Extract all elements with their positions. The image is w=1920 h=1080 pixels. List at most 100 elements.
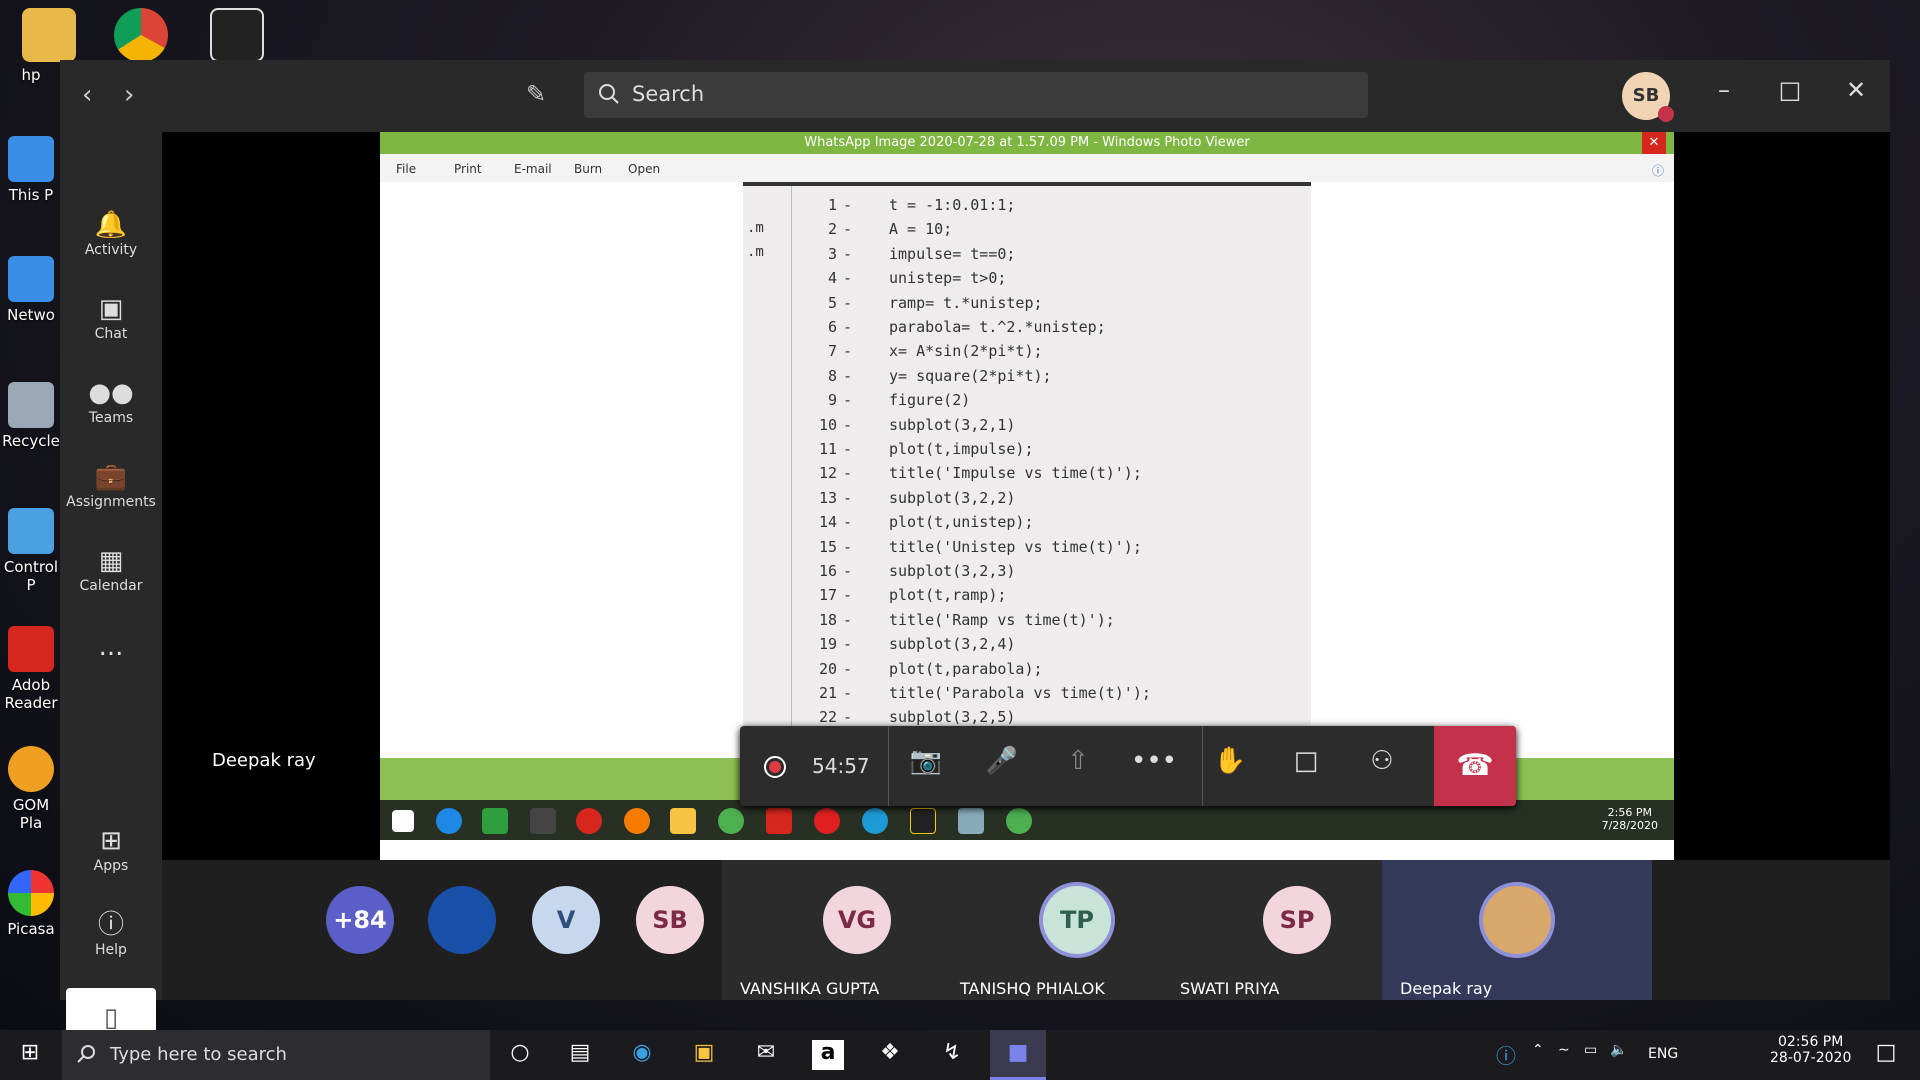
- share-screen-button[interactable]: ⇧: [1054, 746, 1102, 786]
- cortana-icon[interactable]: ○: [504, 1040, 536, 1070]
- line-marker: -: [843, 244, 853, 263]
- participant-name: TANISHQ PHIALOK: [960, 979, 1105, 998]
- edge-icon[interactable]: ◉: [626, 1040, 658, 1070]
- desktop-icon-this-pc[interactable]: This P: [0, 136, 62, 204]
- participant-avatar: VG: [823, 886, 891, 954]
- status-dot: [1658, 106, 1674, 122]
- call-timer: 54:57: [812, 754, 870, 778]
- hp-folder-icon[interactable]: [22, 8, 76, 62]
- teams-titlebar: ‹ › ✎ Search SB – □ ✕: [60, 60, 1890, 132]
- rail-activity[interactable]: 🔔 Activity: [60, 208, 162, 258]
- language-indicator[interactable]: ENG: [1648, 1046, 1678, 1062]
- file-explorer-icon[interactable]: ▣: [688, 1040, 720, 1070]
- forward-icon[interactable]: ›: [124, 80, 134, 110]
- line-number: 12: [818, 464, 837, 483]
- search-box[interactable]: Search: [584, 72, 1368, 118]
- user-avatar[interactable]: SB: [1622, 72, 1674, 122]
- line-number: 6: [827, 318, 837, 336]
- minimize-button[interactable]: –: [1704, 76, 1744, 104]
- participant-avatar[interactable]: V: [532, 886, 600, 954]
- mail-icon[interactable]: ✉: [750, 1040, 782, 1070]
- participant-avatar[interactable]: [428, 886, 496, 954]
- line-number: 15: [818, 537, 837, 556]
- media-icon: [670, 808, 696, 834]
- rail-teams[interactable]: ●● Teams: [60, 376, 162, 426]
- recording-icon: [764, 756, 786, 778]
- line-marker: -: [843, 293, 853, 312]
- compose-icon[interactable]: ✎: [526, 80, 546, 108]
- camera-off-button[interactable]: 📷: [902, 746, 950, 786]
- teams-taskbar-icon[interactable]: ■: [990, 1030, 1046, 1080]
- line-number: 13: [818, 488, 837, 507]
- desktop-icon-recycle[interactable]: Recycle: [0, 382, 62, 450]
- help-icon[interactable]: ⓘ: [1652, 162, 1664, 179]
- menu-file[interactable]: File: [396, 162, 416, 176]
- line-marker: -: [843, 415, 853, 434]
- apps-icon: ⊞: [100, 826, 122, 856]
- chrome-icon[interactable]: [114, 8, 168, 62]
- app-rail: 🔔 Activity ▣ Chat ●● Teams 💼 Assignments ▦ Ca…: [60, 132, 162, 1048]
- menu-print[interactable]: Print: [454, 162, 482, 176]
- task-view-icon[interactable]: ▤: [564, 1040, 596, 1070]
- notifications-icon[interactable]: □: [1870, 1040, 1902, 1070]
- amazon-icon[interactable]: a: [812, 1040, 844, 1070]
- back-icon[interactable]: ‹: [82, 80, 92, 110]
- more-actions-button[interactable]: •••: [1130, 746, 1178, 786]
- overflow-participants-count[interactable]: +84: [326, 886, 394, 954]
- close-button[interactable]: ✕: [1836, 76, 1876, 104]
- maximize-button[interactable]: □: [1770, 76, 1810, 104]
- computer-icon: [8, 136, 54, 182]
- code-text: t = -1:0.01:1;: [889, 196, 1016, 214]
- app-icon[interactable]: [210, 8, 264, 62]
- line-number: 18: [818, 610, 837, 629]
- participants-button[interactable]: ⚇: [1358, 746, 1406, 786]
- taskbar-date: 28-07-2020: [1770, 1050, 1852, 1066]
- teams-window: ‹ › ✎ Search SB – □ ✕ 🔔 Activity ▣ Chat ●●…: [60, 60, 1890, 1048]
- start-button[interactable]: ⊞: [14, 1040, 46, 1070]
- code-text: title('Impulse vs time(t)');: [889, 464, 1142, 483]
- rail-apps[interactable]: ⊞ Apps: [60, 824, 162, 874]
- rail-more[interactable]: ...: [60, 632, 162, 662]
- code-text: parabola= t.^2.*unistep;: [889, 318, 1106, 336]
- rail-calendar[interactable]: ▦ Calendar: [60, 544, 162, 594]
- participant-avatar[interactable]: SB: [636, 886, 704, 954]
- chevron-up-icon[interactable]: ⌃: [1532, 1042, 1544, 1058]
- rail-assignments[interactable]: 💼 Assignments: [60, 460, 162, 510]
- hang-up-button[interactable]: ☎: [1434, 726, 1516, 806]
- code-text: subplot(3,2,4): [889, 635, 1016, 654]
- desktop-icon-label: Picasa: [7, 920, 55, 938]
- taskbar-search[interactable]: Type here to search: [62, 1030, 490, 1080]
- shared-clock-time: 2:56 PM: [1607, 806, 1652, 819]
- dropbox-icon[interactable]: ❖: [874, 1040, 906, 1070]
- app-icon[interactable]: ↯: [936, 1040, 968, 1070]
- viewer-close-icon[interactable]: ✕: [1642, 132, 1666, 154]
- code-text: plot(t,parabola);: [889, 659, 1043, 678]
- desktop-icon-adobe[interactable]: Adob Reader: [0, 626, 62, 712]
- network-icon: [8, 256, 54, 302]
- rail-chat[interactable]: ▣ Chat: [60, 292, 162, 342]
- desktop-icon-gom[interactable]: GOM Pla: [0, 746, 62, 832]
- desktop-icon-network[interactable]: Netwo: [0, 256, 62, 324]
- desktop-icon-control[interactable]: Control P: [0, 508, 62, 594]
- line-number: 11: [818, 440, 837, 458]
- help-icon[interactable]: ⓘ: [1496, 1040, 1516, 1069]
- taskbar-clock[interactable]: 02:56 PM 28-07-2020: [1770, 1034, 1851, 1066]
- volume-icon[interactable]: 🔈: [1610, 1042, 1627, 1058]
- desktop-icon-picasa[interactable]: Picasa: [0, 870, 62, 938]
- menu-email[interactable]: E-mail: [514, 162, 552, 176]
- line-number: 8: [827, 366, 837, 385]
- rail-help[interactable]: ⓘ Help: [60, 908, 162, 958]
- code-text: title('Parabola vs time(t)');: [889, 684, 1151, 702]
- acrobat-icon: [766, 808, 792, 834]
- raise-hand-button[interactable]: ✋: [1206, 746, 1254, 786]
- viewer-menu: File Print E-mail Burn Open ⓘ: [380, 154, 1674, 182]
- rail-label: Apps: [93, 858, 129, 874]
- line-marker: -: [843, 196, 853, 214]
- menu-burn[interactable]: Burn: [574, 162, 602, 176]
- menu-open[interactable]: Open: [628, 162, 660, 176]
- mic-off-button[interactable]: 🎤: [978, 746, 1026, 786]
- desktop-icon-hp[interactable]: hp: [0, 66, 62, 84]
- picasa-icon: [8, 870, 54, 916]
- chat-button[interactable]: □: [1282, 746, 1330, 786]
- participant-tile[interactable]: Deepak ray: [1382, 860, 1652, 1000]
